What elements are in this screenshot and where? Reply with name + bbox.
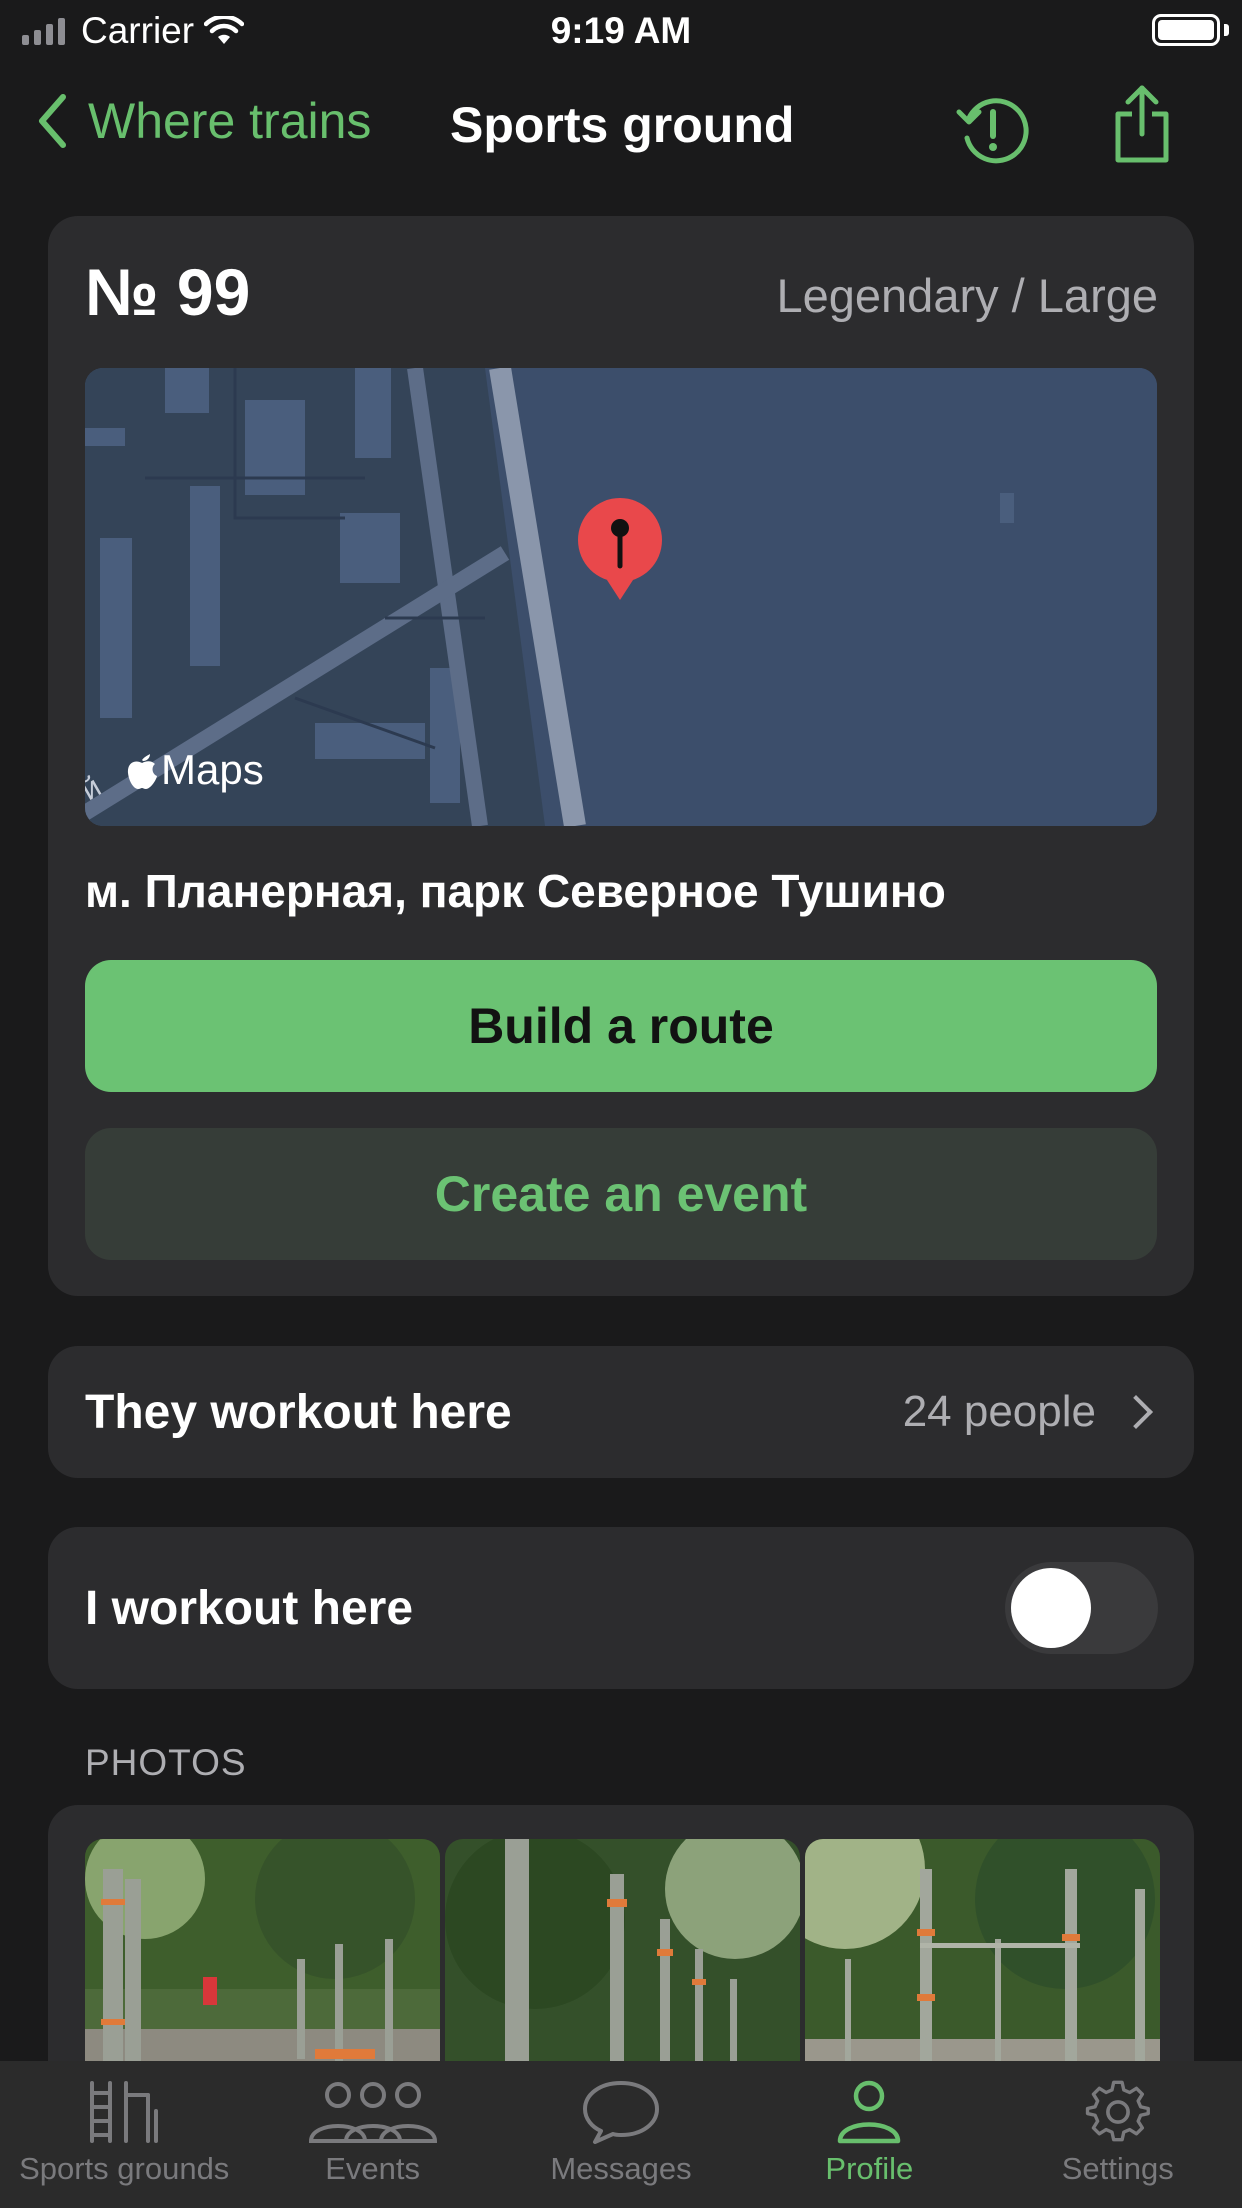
chevron-right-icon	[1119, 1395, 1153, 1429]
i-workout-here-row: I workout here	[48, 1527, 1194, 1689]
they-workout-here-label: They workout here	[85, 1385, 512, 1439]
map-view[interactable]: Maps й	[85, 368, 1157, 826]
i-workout-here-label: I workout here	[85, 1581, 414, 1635]
tab-sports-grounds[interactable]: Sports grounds	[0, 2061, 248, 2208]
status-bar: Carrier 9:19 AM	[0, 0, 1242, 62]
person-icon	[838, 2080, 901, 2144]
back-button[interactable]: Where trains	[36, 92, 371, 150]
maps-logo-text: Maps	[161, 746, 264, 793]
tab-events[interactable]: Events	[248, 2061, 496, 2208]
tab-label: Sports grounds	[19, 2151, 230, 2186]
tab-settings[interactable]: Settings	[994, 2061, 1242, 2208]
speech-bubble-icon	[582, 2081, 659, 2144]
page-title: Sports ground	[450, 97, 795, 153]
battery-icon	[1152, 14, 1220, 46]
tab-profile[interactable]: Profile	[745, 2061, 993, 2208]
tab-bar: Sports grounds Events Messages Profile S…	[0, 2061, 1242, 2208]
gear-icon	[1085, 2080, 1150, 2142]
ground-number: № 99	[85, 255, 251, 329]
report-history-button[interactable]	[955, 92, 1031, 173]
share-button[interactable]	[1112, 84, 1172, 169]
tab-label: Events	[325, 2151, 420, 2186]
clock: 9:19 AM	[550, 10, 692, 51]
wall-bars-icon	[90, 2081, 159, 2143]
back-label: Where trains	[88, 93, 372, 149]
navigation-bar: Where trains Sports ground	[0, 80, 1242, 170]
share-icon	[1115, 85, 1169, 163]
i-workout-here-toggle[interactable]	[1005, 1562, 1158, 1654]
they-workout-here-row[interactable]: They workout here 24 people	[48, 1346, 1194, 1478]
history-alert-icon	[956, 98, 1029, 164]
ground-address: м. Планерная, парк Северное Тушино	[85, 865, 946, 917]
ground-info-card: № 99 Legendary / Large Maps й м. Планерн…	[48, 216, 1194, 1296]
tab-label: Settings	[1061, 2151, 1174, 2186]
build-route-button[interactable]: Build a route	[85, 960, 1157, 1092]
apple-logo-icon	[127, 754, 157, 789]
chevron-left-icon	[39, 94, 66, 148]
tab-label: Messages	[550, 2151, 692, 2186]
apple-maps-logo: Maps	[125, 746, 264, 794]
battery-cap	[1224, 24, 1229, 36]
ground-grade: Legendary / Large	[776, 269, 1158, 322]
group-icon	[308, 2082, 437, 2143]
toggle-knob	[1011, 1568, 1091, 1648]
participants-count: 24 people	[902, 1387, 1096, 1436]
photos-section-title: PHOTOS	[85, 1742, 247, 1783]
create-event-button[interactable]: Create an event	[85, 1128, 1157, 1260]
tab-messages[interactable]: Messages	[497, 2061, 745, 2208]
tab-label: Profile	[825, 2151, 914, 2186]
